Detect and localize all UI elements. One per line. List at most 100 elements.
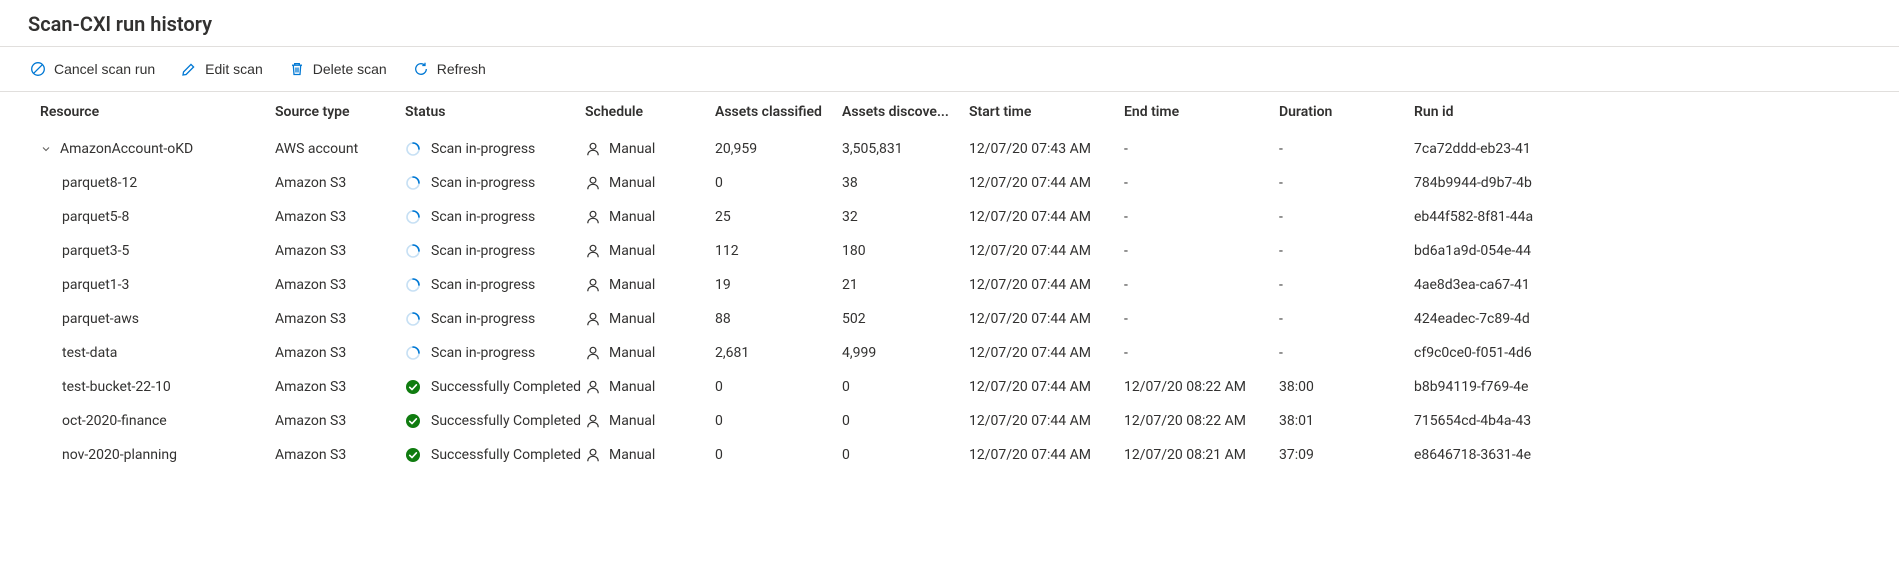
source-type-cell: Amazon S3: [275, 302, 405, 336]
run-id-cell: 424eadec-7c89-4d: [1414, 302, 1871, 336]
col-resource[interactable]: Resource: [40, 92, 275, 132]
source-type-cell: Amazon S3: [275, 438, 405, 472]
person-icon: [585, 243, 601, 259]
status-text: Successfully Completed: [431, 447, 581, 463]
duration-cell: -: [1279, 132, 1414, 166]
assets-discovered-cell: 3,505,831: [842, 132, 969, 166]
schedule-text: Manual: [609, 447, 655, 463]
table-row[interactable]: parquet1-3Amazon S3Scan in-progressManua…: [40, 268, 1871, 302]
success-check-icon: [405, 379, 421, 395]
source-type-cell: Amazon S3: [275, 268, 405, 302]
end-time-cell: -: [1124, 166, 1279, 200]
assets-classified-cell: 20,959: [715, 132, 842, 166]
person-icon: [585, 379, 601, 395]
resource-name: parquet1-3: [62, 277, 129, 293]
table-row[interactable]: oct-2020-financeAmazon S3Successfully Co…: [40, 404, 1871, 438]
delete-scan-button[interactable]: Delete scan: [287, 57, 389, 81]
toolbar-label: Cancel scan run: [54, 61, 155, 77]
duration-cell: -: [1279, 234, 1414, 268]
start-time-cell: 12/07/20 07:44 AM: [969, 336, 1124, 370]
table-row[interactable]: test-bucket-22-10Amazon S3Successfully C…: [40, 370, 1871, 404]
spinner-icon: [405, 243, 421, 259]
start-time-cell: 12/07/20 07:44 AM: [969, 404, 1124, 438]
col-start-time[interactable]: Start time: [969, 92, 1124, 132]
table-row[interactable]: parquet8-12Amazon S3Scan in-progressManu…: [40, 166, 1871, 200]
edit-scan-button[interactable]: Edit scan: [179, 57, 265, 81]
col-duration[interactable]: Duration: [1279, 92, 1414, 132]
cancel-scan-run-button[interactable]: Cancel scan run: [28, 57, 157, 81]
col-status[interactable]: Status: [405, 92, 585, 132]
assets-classified-cell: 2,681: [715, 336, 842, 370]
assets-discovered-cell: 4,999: [842, 336, 969, 370]
end-time-cell: -: [1124, 132, 1279, 166]
table-row[interactable]: parquet-awsAmazon S3Scan in-progressManu…: [40, 302, 1871, 336]
duration-cell: 37:09: [1279, 438, 1414, 472]
refresh-button[interactable]: Refresh: [411, 57, 488, 81]
resource-name: test-data: [62, 345, 117, 361]
status-text: Scan in-progress: [431, 243, 535, 259]
start-time-cell: 12/07/20 07:44 AM: [969, 234, 1124, 268]
start-time-cell: 12/07/20 07:44 AM: [969, 268, 1124, 302]
assets-discovered-cell: 0: [842, 370, 969, 404]
success-check-icon: [405, 413, 421, 429]
success-check-icon: [405, 447, 421, 463]
resource-name: parquet5-8: [62, 209, 129, 225]
table-row[interactable]: AmazonAccount-oKDAWS accountScan in-prog…: [40, 132, 1871, 166]
status-text: Scan in-progress: [431, 141, 535, 157]
delete-icon: [289, 61, 305, 77]
cancel-icon: [30, 61, 46, 77]
col-source-type[interactable]: Source type: [275, 92, 405, 132]
duration-cell: 38:00: [1279, 370, 1414, 404]
run-id-cell: 784b9944-d9b7-4b: [1414, 166, 1871, 200]
col-assets-classified[interactable]: Assets classified: [715, 92, 842, 132]
run-id-cell: eb44f582-8f81-44a: [1414, 200, 1871, 234]
status-text: Scan in-progress: [431, 345, 535, 361]
assets-classified-cell: 88: [715, 302, 842, 336]
run-id-cell: e8646718-3631-4e: [1414, 438, 1871, 472]
person-icon: [585, 447, 601, 463]
col-run-id[interactable]: Run id: [1414, 92, 1871, 132]
end-time-cell: -: [1124, 268, 1279, 302]
table-row[interactable]: parquet5-8Amazon S3Scan in-progressManua…: [40, 200, 1871, 234]
col-assets-discovered[interactable]: Assets discove...: [842, 92, 969, 132]
person-icon: [585, 345, 601, 361]
person-icon: [585, 277, 601, 293]
source-type-cell: AWS account: [275, 132, 405, 166]
start-time-cell: 12/07/20 07:44 AM: [969, 166, 1124, 200]
table-row[interactable]: parquet3-5Amazon S3Scan in-progressManua…: [40, 234, 1871, 268]
table-row[interactable]: test-dataAmazon S3Scan in-progressManual…: [40, 336, 1871, 370]
col-end-time[interactable]: End time: [1124, 92, 1279, 132]
person-icon: [585, 141, 601, 157]
spinner-icon: [405, 141, 421, 157]
schedule-text: Manual: [609, 345, 655, 361]
status-text: Successfully Completed: [431, 379, 581, 395]
person-icon: [585, 209, 601, 225]
source-type-cell: Amazon S3: [275, 404, 405, 438]
status-text: Scan in-progress: [431, 209, 535, 225]
run-history-table: Resource Source type Status Schedule Ass…: [40, 92, 1871, 472]
spinner-icon: [405, 311, 421, 327]
duration-cell: -: [1279, 302, 1414, 336]
chevron-down-icon[interactable]: [40, 143, 56, 155]
schedule-text: Manual: [609, 209, 655, 225]
status-text: Successfully Completed: [431, 413, 581, 429]
toolbar-label: Delete scan: [313, 61, 387, 77]
end-time-cell: -: [1124, 336, 1279, 370]
assets-classified-cell: 0: [715, 438, 842, 472]
run-id-cell: 4ae8d3ea-ca67-41: [1414, 268, 1871, 302]
assets-discovered-cell: 0: [842, 404, 969, 438]
start-time-cell: 12/07/20 07:44 AM: [969, 200, 1124, 234]
schedule-text: Manual: [609, 175, 655, 191]
spinner-icon: [405, 175, 421, 191]
duration-cell: -: [1279, 268, 1414, 302]
start-time-cell: 12/07/20 07:44 AM: [969, 302, 1124, 336]
end-time-cell: -: [1124, 200, 1279, 234]
run-id-cell: 7ca72ddd-eb23-41: [1414, 132, 1871, 166]
edit-icon: [181, 61, 197, 77]
assets-classified-cell: 112: [715, 234, 842, 268]
col-schedule[interactable]: Schedule: [585, 92, 715, 132]
run-id-cell: bd6a1a9d-054e-44: [1414, 234, 1871, 268]
table-row[interactable]: nov-2020-planningAmazon S3Successfully C…: [40, 438, 1871, 472]
assets-discovered-cell: 21: [842, 268, 969, 302]
source-type-cell: Amazon S3: [275, 370, 405, 404]
